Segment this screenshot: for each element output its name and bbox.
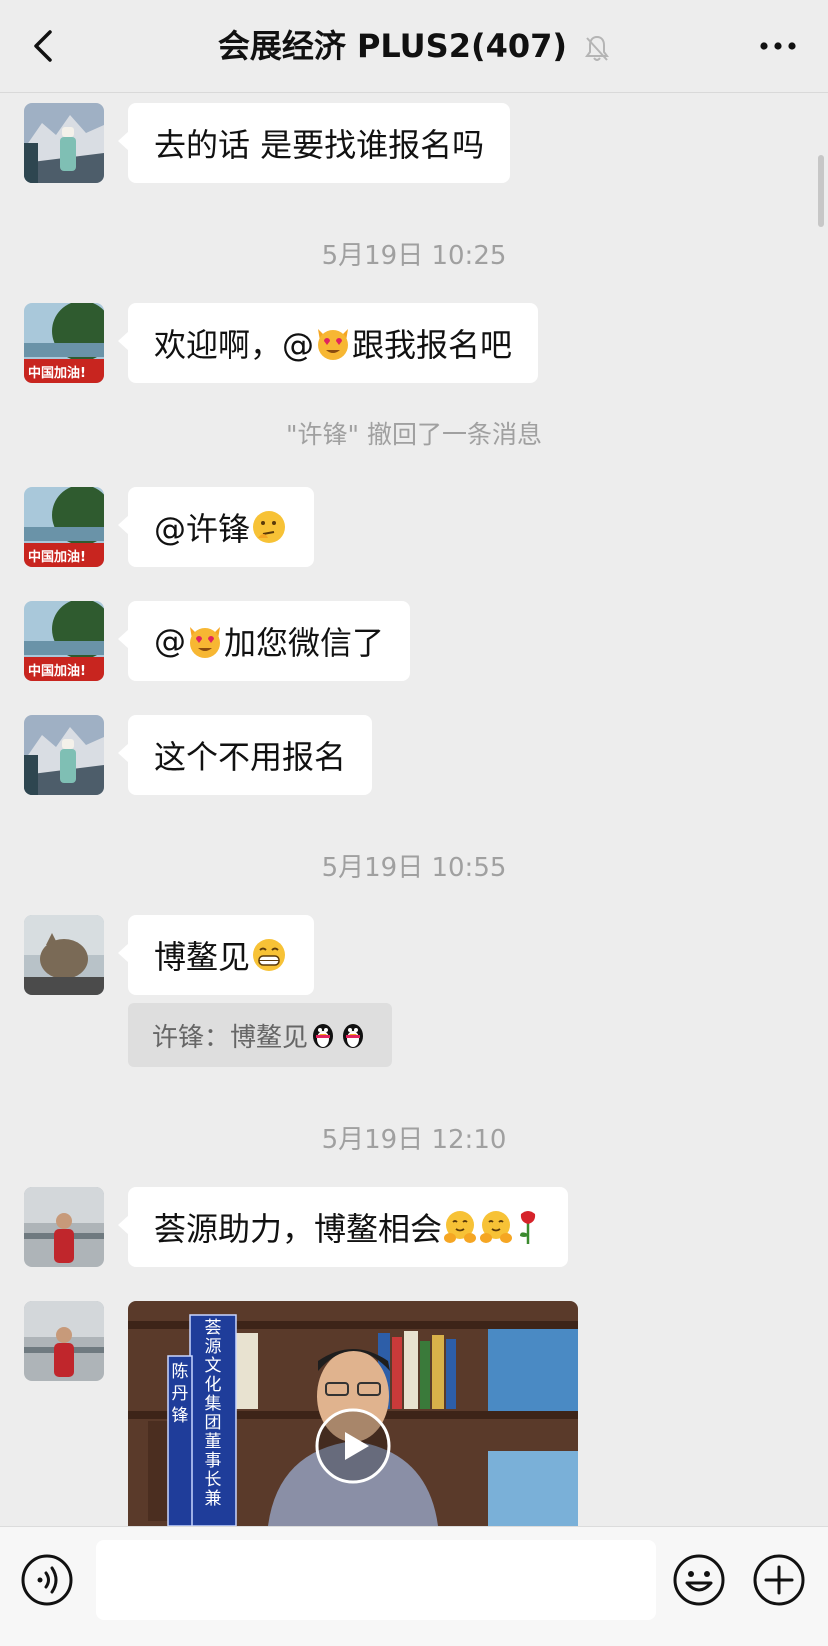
avatar[interactable] [24, 1301, 104, 1381]
message-bubble[interactable]: 去的话 是要找谁报名吗 [117, 103, 511, 183]
avatar[interactable] [24, 103, 104, 183]
message-text: 跟我报名吧 [352, 326, 513, 364]
message-text: 博鳌见 [154, 938, 251, 976]
timestamp: 5月19日 10:55 [321, 853, 507, 883]
heart-eyes-cat-icon [190, 627, 220, 658]
penguin-icon [343, 1024, 364, 1048]
hugging-face-icon [444, 1211, 477, 1243]
video-banner: 荟 源 文 化 集 团 董 事 长 兼 [190, 1319, 236, 1509]
banner-char: 董 [204, 1432, 222, 1452]
banner-char: 源 [204, 1337, 222, 1357]
rose-icon [520, 1211, 536, 1244]
chat-title-text: 会展经济 PLUS2(407) [217, 27, 568, 65]
video-message[interactable]: 荟 源 文 化 集 团 董 事 长 兼 陈 丹 锋 [128, 1301, 578, 1526]
voice-icon[interactable] [20, 1553, 74, 1607]
message-bubble[interactable]: 这个不用报名 [117, 715, 373, 795]
message-row: 博鳌见 [24, 915, 315, 995]
message-row [24, 1301, 104, 1381]
hugging-face-icon [480, 1211, 513, 1243]
avatar[interactable] [24, 915, 104, 995]
timestamp: 5月19日 10:25 [321, 241, 507, 271]
message-row: 中国加油! 欢迎啊，@ 跟我报名吧 [24, 303, 539, 383]
message-bubble[interactable]: 荟源助力，博鳌相会 [117, 1187, 569, 1267]
quote-text: 许锋：博鳌见 [152, 1022, 309, 1053]
message-row: 荟源助力，博鳌相会 [24, 1187, 569, 1267]
banner-char: 文 [204, 1356, 222, 1376]
input-bar [0, 1526, 828, 1646]
svg-text:中国加油!: 中国加油! [28, 663, 86, 679]
video-name-banner: 陈 丹 锋 [168, 1361, 192, 1427]
message-text: @许锋 [154, 510, 251, 548]
grinning-face-icon [253, 939, 286, 971]
avatar[interactable]: 中国加油! [24, 601, 104, 681]
banner-char: 事 [204, 1451, 222, 1471]
recall-notice: "许锋" 撤回了一条消息 [286, 420, 542, 449]
message-text: 欢迎啊，@ [154, 326, 315, 364]
banner-char: 丹 [171, 1384, 189, 1404]
svg-text:中国加油!: 中国加油! [28, 549, 86, 565]
banner-char: 化 [204, 1375, 222, 1395]
message-bubble[interactable]: 欢迎啊，@ 跟我报名吧 [117, 303, 539, 383]
message-text: 荟源助力，博鳌相会 [154, 1210, 443, 1248]
avatar[interactable] [24, 715, 104, 795]
message-row: 中国加油! @ 加您微信了 [24, 601, 411, 681]
avatar[interactable]: 中国加油! [24, 303, 104, 383]
message-bubble[interactable]: @许锋 [117, 487, 315, 567]
banner-char: 集 [204, 1394, 222, 1414]
message-text: 加您微信了 [224, 624, 385, 662]
plus-icon[interactable] [752, 1553, 806, 1607]
banner-char: 锋 [171, 1406, 189, 1426]
message-text: 这个不用报名 [154, 738, 347, 776]
banner-char: 兼 [204, 1489, 222, 1509]
message-row: 这个不用报名 [24, 715, 373, 795]
bell-muted-icon [585, 35, 610, 61]
more-icon[interactable] [758, 36, 798, 56]
heart-eyes-cat-icon [318, 329, 349, 360]
smile-icon[interactable] [672, 1553, 726, 1607]
message-row: 去的话 是要找谁报名吗 [24, 103, 511, 183]
banner-char: 荟 [204, 1318, 222, 1338]
message-input[interactable] [96, 1540, 656, 1620]
scrollbar[interactable] [818, 155, 824, 227]
avatar[interactable]: 中国加油! [24, 487, 104, 567]
banner-char: 陈 [171, 1362, 189, 1382]
banner-char: 团 [204, 1413, 222, 1433]
message-text: 去的话 是要找谁报名吗 [154, 126, 485, 164]
chat-title: 会展经济 PLUS2(407) [0, 24, 828, 68]
penguin-icon [313, 1024, 334, 1048]
timestamp: 5月19日 12:10 [321, 1125, 507, 1155]
quoted-message[interactable]: 许锋：博鳌见 [128, 1003, 393, 1067]
avatar[interactable] [24, 1187, 104, 1267]
message-text: @ [154, 622, 186, 660]
banner-char: 长 [204, 1470, 222, 1490]
message-row: 中国加油! @许锋 [24, 487, 315, 567]
message-bubble[interactable]: 博鳌见 [117, 915, 315, 995]
svg-text:中国加油!: 中国加油! [28, 365, 86, 381]
message-bubble[interactable]: @ 加您微信了 [117, 601, 411, 681]
chat-header: 会展经济 PLUS2(407) [0, 0, 828, 93]
play-icon[interactable] [317, 1410, 389, 1482]
thinking-face-icon [253, 511, 286, 543]
